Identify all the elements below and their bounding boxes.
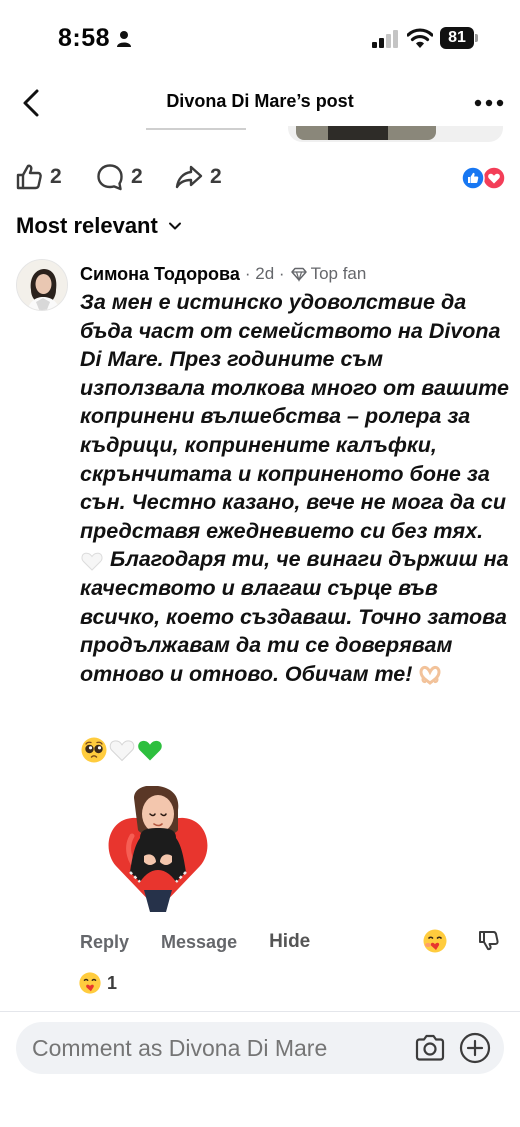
battery-level: 81 <box>440 27 474 49</box>
comment-stat[interactable]: 2 <box>95 162 143 192</box>
reactions-summary-icon[interactable] <box>460 166 506 190</box>
comment-header: Симона Тодорова · 2d · Top fan <box>80 262 366 286</box>
signal-icon <box>372 30 398 48</box>
comment-count: 2 <box>131 165 143 188</box>
hide-button[interactable]: Hide <box>269 931 310 953</box>
thumbs-down-icon[interactable] <box>476 928 500 952</box>
react-kiss-icon[interactable] <box>422 928 448 954</box>
message-button[interactable]: Message <box>161 932 237 953</box>
comment-icon <box>97 164 123 191</box>
comment-actions: Reply Message Hide <box>80 928 342 956</box>
share-stat[interactable]: 2 <box>174 162 222 192</box>
reply-button[interactable]: Reply <box>80 932 129 953</box>
wifi-icon <box>407 28 433 48</box>
comment-emoji-line <box>80 735 164 765</box>
comment-reactions[interactable]: 1 <box>78 970 117 996</box>
page-title: Divona Di Mare’s post <box>166 91 354 111</box>
post-header: Divona Di Mare’s post <box>0 78 520 128</box>
green-heart-icon <box>138 740 162 761</box>
sort-label: Most relevant <box>16 213 158 238</box>
comment-composer <box>16 1022 504 1074</box>
heart-hands-icon <box>419 665 441 685</box>
like-icon <box>16 164 42 190</box>
post-divider <box>146 128 246 130</box>
post-image-edge[interactable] <box>288 126 503 142</box>
status-bar: 8:58 81 <box>0 0 520 78</box>
white-heart-icon <box>109 740 135 762</box>
battery-tip <box>475 34 478 42</box>
avatar-portrait <box>17 260 67 310</box>
share-count: 2 <box>210 165 222 188</box>
camera-icon[interactable] <box>414 1033 446 1063</box>
chevron-down-icon <box>168 222 181 230</box>
like-stat[interactable]: 2 <box>14 162 62 192</box>
person-icon <box>117 31 131 47</box>
comment-body: За мен е истинско удоволствие да бъда ча… <box>80 288 510 688</box>
kiss-reaction-icon <box>79 972 101 994</box>
top-fan-badge: Top fan <box>310 264 367 283</box>
heart-avatar-sticker[interactable] <box>104 786 212 914</box>
more-options-button[interactable] <box>472 90 506 116</box>
share-icon <box>175 165 203 189</box>
comment-input[interactable] <box>32 1022 392 1074</box>
white-heart-icon <box>81 552 103 571</box>
reaction-count: 1 <box>107 972 118 993</box>
diamond-icon <box>290 267 307 282</box>
battery-indicator: 81 <box>440 27 478 49</box>
status-time: 8:58 <box>58 24 111 52</box>
like-count: 2 <box>50 165 62 188</box>
pleading-face-icon <box>81 737 107 763</box>
comment-time: · 2d · <box>244 264 285 283</box>
post-image-strip-dark <box>328 126 388 140</box>
comment-sort-dropdown[interactable]: Most relevant <box>16 210 184 242</box>
avatar[interactable] <box>16 259 68 311</box>
comment-text-part2: Благодаря ти, че винаги държиш на качест… <box>80 547 509 686</box>
post-stats-bar: 2 2 2 <box>0 156 520 200</box>
comment-text-part1: За мен е истинско удоволствие да бъда ча… <box>80 290 509 543</box>
add-attachment-icon[interactable] <box>459 1032 491 1064</box>
comment-author[interactable]: Симона Тодорова <box>80 264 240 285</box>
composer-divider <box>0 1011 520 1012</box>
